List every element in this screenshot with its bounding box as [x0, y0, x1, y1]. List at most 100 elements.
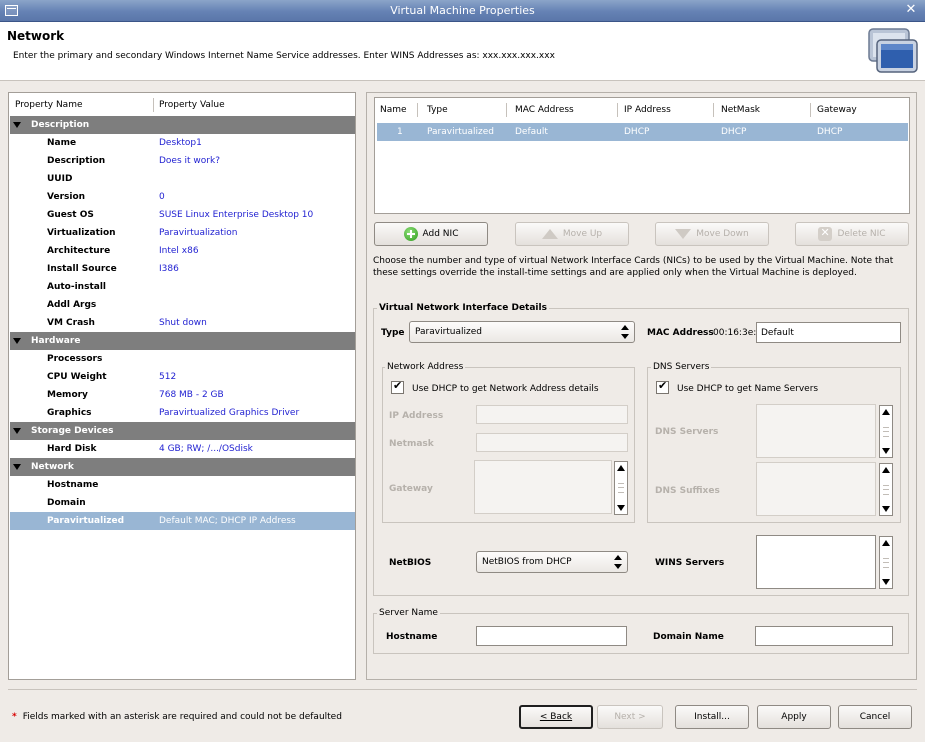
scroll-up-icon[interactable] — [617, 465, 625, 471]
install-button[interactable]: Install... — [675, 705, 749, 729]
tree-row[interactable]: Version 0 — [10, 188, 355, 206]
apply-button[interactable]: Apply — [757, 705, 831, 729]
tree-row[interactable]: Name Desktop1 — [10, 134, 355, 152]
dhcp-dns-checkbox[interactable] — [656, 379, 669, 394]
tree-category[interactable]: Description — [10, 116, 355, 134]
tree-row[interactable]: CPU Weight 512 — [10, 368, 355, 386]
col-header-property-name[interactable]: Property Name — [15, 96, 83, 114]
tree-row[interactable]: Architecture Intel x86 — [10, 242, 355, 260]
tree-row[interactable]: Domain — [10, 494, 355, 512]
tree-row[interactable]: Install Source I386 — [10, 260, 355, 278]
tree-category[interactable]: Storage Devices — [10, 422, 355, 440]
expand-triangle-icon[interactable] — [13, 428, 21, 434]
tree-row[interactable]: Processors — [10, 350, 355, 368]
tree-row-property: Memory — [47, 390, 88, 400]
scroll-down-icon[interactable] — [882, 579, 890, 585]
type-label: Type — [381, 328, 405, 338]
move-up-button[interactable]: Move Up — [515, 222, 629, 246]
tree-row-value: Default MAC; DHCP IP Address — [159, 516, 296, 526]
tree-row[interactable]: Addl Args — [10, 296, 355, 314]
updown-arrows-icon — [621, 325, 630, 339]
nic-col-netmask[interactable]: NetMask — [721, 101, 760, 119]
nic-col-ip[interactable]: IP Address — [624, 101, 671, 119]
back-button[interactable]: < Back — [519, 705, 593, 729]
nic-row-netmask: DHCP — [721, 127, 747, 137]
tree-category[interactable]: Hardware — [10, 332, 355, 350]
delete-nic-button[interactable]: Delete NIC — [795, 222, 909, 246]
move-up-label: Move Up — [562, 229, 603, 239]
dns-servers-scrollbar[interactable] — [879, 405, 893, 458]
netmask-input[interactable] — [476, 433, 628, 452]
dns-servers-list[interactable] — [756, 404, 876, 458]
tree-row[interactable]: Hard Disk 4 GB; RW; /.../OSdisk — [10, 440, 355, 458]
nic-col-gateway[interactable]: Gateway — [817, 101, 857, 119]
mac-prefix: 00:16:3e: — [713, 328, 757, 338]
wins-servers-list[interactable] — [756, 535, 876, 589]
col-divider — [153, 98, 154, 112]
expand-triangle-icon[interactable] — [13, 338, 21, 344]
scroll-up-icon[interactable] — [882, 409, 890, 415]
nic-col-name[interactable]: Name — [380, 101, 407, 119]
scroll-down-icon[interactable] — [617, 505, 625, 511]
move-down-button[interactable]: Move Down — [655, 222, 769, 246]
nic-row-type: Paravirtualized — [427, 127, 495, 137]
gateway-scrollbar[interactable] — [614, 461, 628, 515]
tree-row[interactable]: Paravirtualized Default MAC; DHCP IP Addr… — [10, 512, 355, 530]
expand-triangle-icon[interactable] — [13, 464, 21, 470]
add-nic-button[interactable]: Add NIC — [374, 222, 488, 246]
wins-servers-scrollbar[interactable] — [879, 536, 893, 589]
tree-row[interactable]: Graphics Paravirtualized Graphics Driver — [10, 404, 355, 422]
nic-row-ip: DHCP — [624, 127, 650, 137]
netmask-label: Netmask — [389, 439, 434, 449]
nic-col-type[interactable]: Type — [427, 101, 448, 119]
dns-servers-label: DNS Servers — [655, 427, 719, 437]
tree-row-value: Paravirtualized Graphics Driver — [159, 408, 300, 418]
netbios-select[interactable]: NetBIOS from DHCP — [476, 551, 628, 573]
scroll-grip-icon — [618, 483, 624, 493]
tree-row-property: UUID — [47, 174, 73, 184]
scroll-up-icon[interactable] — [882, 467, 890, 473]
tree-row[interactable]: Description Does it work? — [10, 152, 355, 170]
tree-row[interactable]: Hostname — [10, 476, 355, 494]
scroll-down-icon[interactable] — [882, 506, 890, 512]
move-down-label: Move Down — [696, 229, 749, 239]
tree-row[interactable]: VM Crash Shut down — [10, 314, 355, 332]
dhcp-dns-label: Use DHCP to get Name Servers — [677, 384, 819, 394]
nic-row-mac: Default — [515, 127, 548, 137]
hostname-input[interactable] — [476, 626, 627, 646]
tree-row[interactable]: Virtualization Paravirtualization — [10, 224, 355, 242]
back-label: < Back — [539, 712, 573, 722]
dhcp-network-checkbox[interactable] — [391, 379, 404, 394]
ip-address-input[interactable] — [476, 405, 628, 424]
mac-address-input[interactable] — [756, 322, 901, 343]
delete-nic-label: Delete NIC — [837, 229, 886, 239]
delete-icon — [818, 226, 833, 241]
tree-row[interactable]: Memory 768 MB - 2 GB — [10, 386, 355, 404]
gateway-list[interactable] — [474, 460, 612, 514]
tree-category[interactable]: Network — [10, 458, 355, 476]
tree-row[interactable]: Auto-install — [10, 278, 355, 296]
nic-col-mac[interactable]: MAC Address — [515, 101, 574, 119]
domain-name-input[interactable] — [755, 626, 893, 646]
cancel-button[interactable]: Cancel — [838, 705, 912, 729]
tree-row[interactable]: UUID — [10, 170, 355, 188]
dns-suffixes-scrollbar[interactable] — [879, 463, 893, 516]
domain-name-label: Domain Name — [653, 632, 724, 642]
col-divider — [506, 103, 507, 117]
next-button[interactable]: Next > — [597, 705, 663, 729]
expand-triangle-icon[interactable] — [13, 122, 21, 128]
nic-row[interactable]: 1 Paravirtualized Default DHCP DHCP DHCP — [377, 123, 908, 141]
tree-row-value: 512 — [159, 372, 177, 382]
scroll-up-icon[interactable] — [882, 540, 890, 546]
col-header-property-value[interactable]: Property Value — [159, 96, 225, 114]
nic-row-gateway: DHCP — [817, 127, 843, 137]
dns-suffixes-list[interactable] — [756, 462, 876, 516]
scroll-down-icon[interactable] — [882, 448, 890, 454]
tree-row-property: Paravirtualized — [47, 516, 125, 526]
col-divider — [417, 103, 418, 117]
tree-row[interactable]: Guest OS SUSE Linux Enterprise Desktop 10 — [10, 206, 355, 224]
type-select[interactable]: Paravirtualized — [409, 321, 635, 343]
tree-row-value: 768 MB - 2 GB — [159, 390, 224, 400]
tree-row-property: Graphics — [47, 408, 92, 418]
close-icon[interactable]: ✕ — [903, 2, 919, 18]
